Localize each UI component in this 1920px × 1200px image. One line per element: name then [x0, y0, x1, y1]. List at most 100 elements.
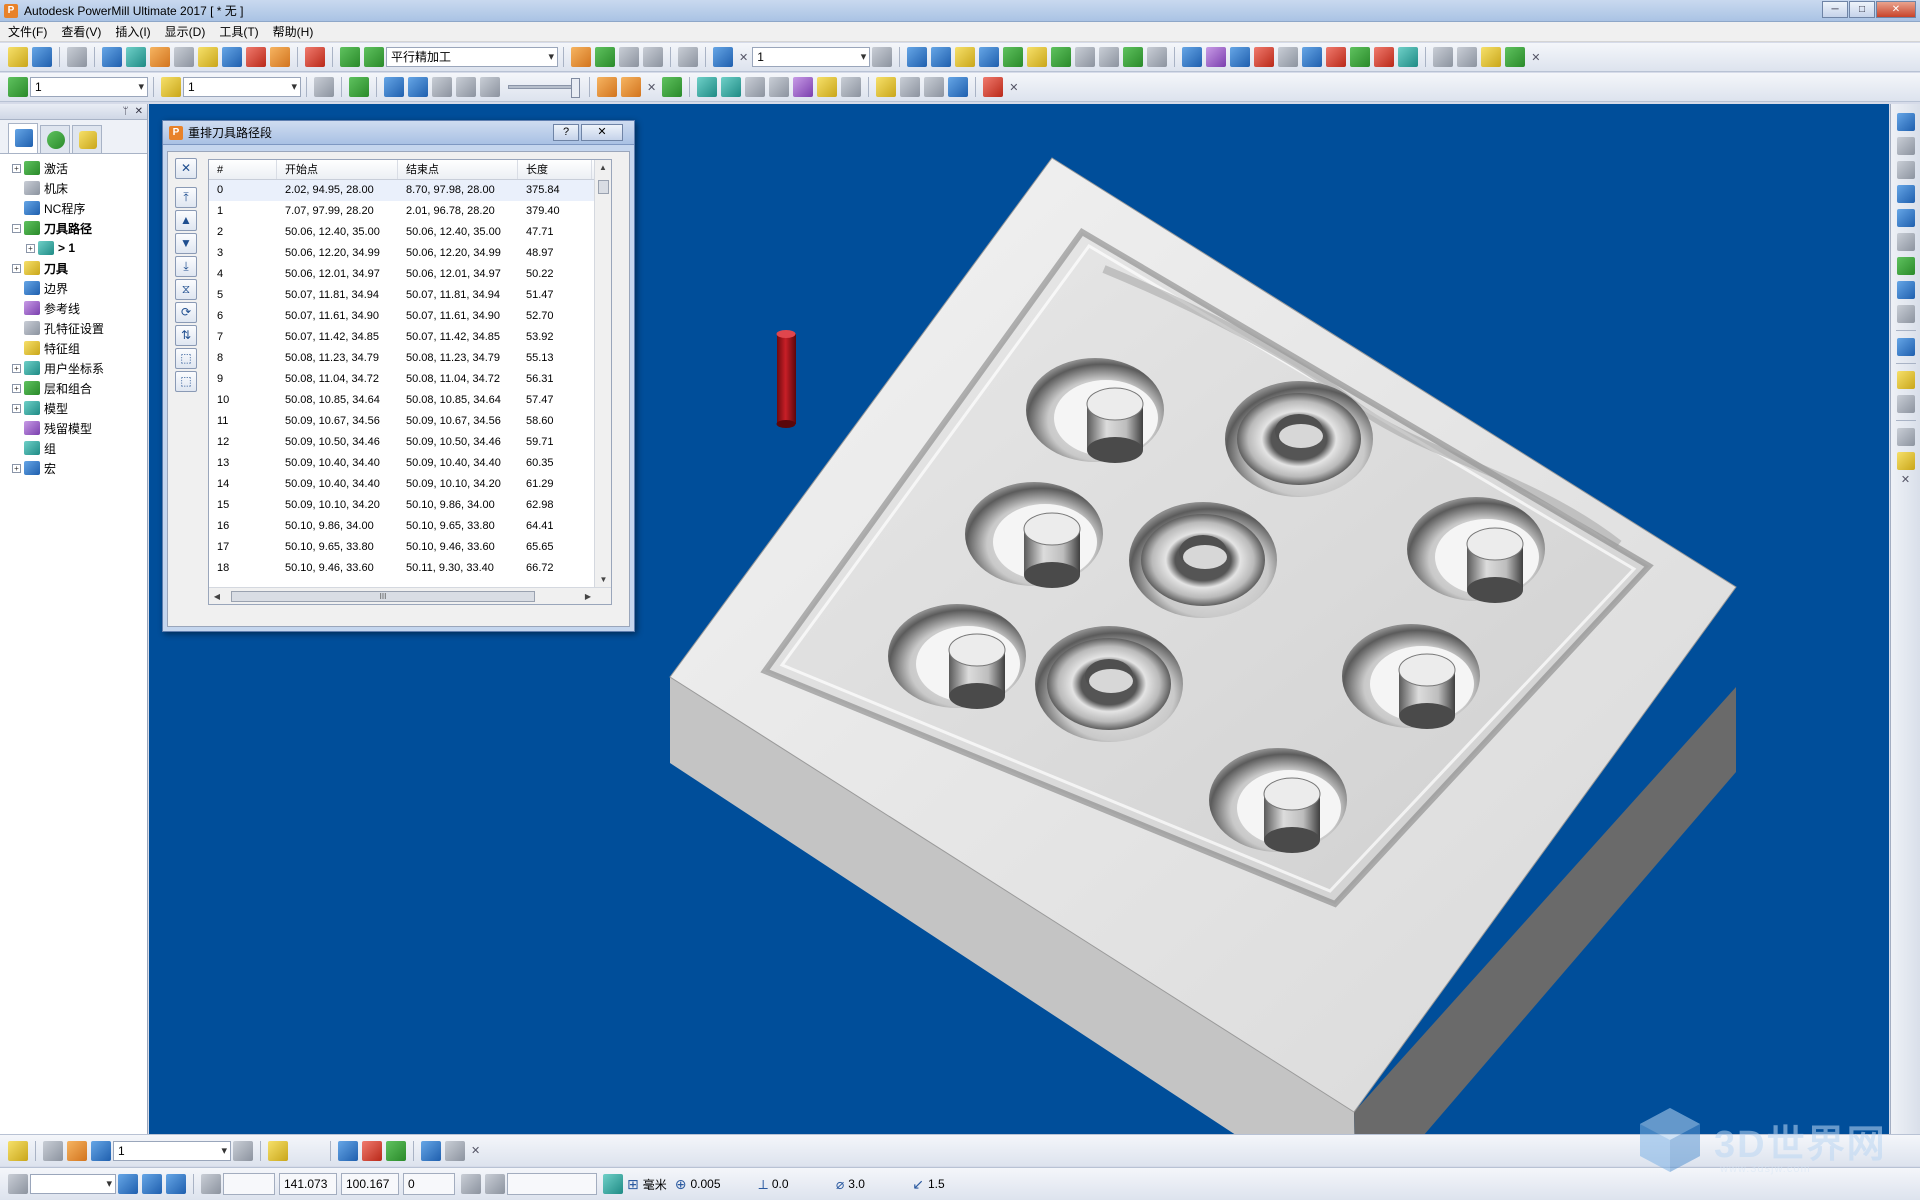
explorer-close-icon[interactable]: ✕ [135, 106, 143, 117]
stock-save-icon[interactable] [948, 77, 969, 97]
scroll-left-icon[interactable]: ◀ [209, 588, 225, 604]
toolpath-reorder-icon[interactable] [595, 47, 615, 67]
snap-icon[interactable] [1505, 47, 1526, 67]
column-header-start[interactable]: 开始点 [277, 160, 398, 179]
play-icon[interactable] [432, 77, 452, 97]
view-right-icon[interactable] [979, 47, 1000, 67]
tree-item[interactable]: 边界 [0, 278, 147, 298]
expand-toggle-icon[interactable]: + [12, 463, 21, 473]
simulation-clear-icon[interactable] [597, 77, 617, 97]
workplane-create-icon[interactable] [338, 1140, 358, 1161]
probe-icon[interactable] [268, 1140, 288, 1161]
workplane-transform-icon[interactable] [386, 1140, 406, 1161]
merge-segment-icon[interactable]: ⬚ [175, 371, 197, 392]
draft-shade-icon[interactable] [1182, 47, 1203, 67]
view-from-right-icon[interactable] [1896, 185, 1915, 203]
vertical-scrollbar[interactable]: ▲ ▼ [594, 160, 611, 588]
workplane-align-icon[interactable] [362, 1140, 382, 1161]
stock-reset-icon[interactable] [841, 77, 862, 97]
close-button[interactable]: ✕ [1876, 1, 1916, 18]
model-display-icon[interactable] [1398, 47, 1419, 67]
tool-combo[interactable]: 1 [752, 47, 871, 67]
table-row[interactable]: 4 50.06, 12.01, 34.97 50.06, 12.01, 34.97 5… [209, 264, 611, 285]
direction-stock-icon[interactable] [793, 77, 814, 97]
tab-recycle[interactable] [72, 125, 102, 153]
toolpath-list-icon[interactable] [643, 47, 663, 67]
magnet-tool-icon[interactable] [8, 1140, 28, 1161]
light-bulb-icon[interactable] [314, 77, 334, 97]
tool-combo-2[interactable]: 1 [183, 77, 301, 97]
toolbar-close-icon[interactable]: ✕ [647, 81, 656, 94]
toolbar-close-icon[interactable]: ✕ [1531, 51, 1540, 64]
tree-item[interactable]: + 刀具 [0, 258, 147, 278]
tab-web[interactable] [40, 125, 70, 153]
go-to-end-icon[interactable] [480, 77, 500, 97]
select-drag-icon[interactable] [1896, 452, 1915, 470]
horizontal-scroll-thumb[interactable]: III [231, 591, 535, 602]
swap-direction-icon[interactable]: ⇅ [175, 325, 197, 346]
split-segment-icon[interactable]: ⬚ [175, 348, 197, 369]
move-to-top-icon[interactable]: ⤒ [175, 187, 197, 208]
table-row[interactable]: 0 2.02, 94.95, 28.00 8.70, 97.98, 28.00 375… [209, 180, 611, 201]
select-cursor-icon[interactable] [1896, 428, 1915, 446]
tree-item[interactable]: 孔特征设置 [0, 318, 147, 338]
stock-display-icon[interactable] [1374, 47, 1395, 67]
table-row[interactable]: 2 50.06, 12.40, 35.00 50.06, 12.40, 35.00 4… [209, 222, 611, 243]
no-shade-icon[interactable] [769, 77, 790, 97]
table-row[interactable]: 14 50.09, 10.40, 34.40 50.09, 10.10, 34.20… [209, 474, 611, 495]
tree-item[interactable]: 参考线 [0, 298, 147, 318]
dialog-help-button[interactable]: ? [553, 124, 579, 141]
toolbar-close-icon[interactable]: ✕ [471, 1144, 480, 1157]
toolbar-close-icon[interactable]: ✕ [739, 51, 748, 64]
expand-toggle-icon[interactable]: + [12, 403, 21, 413]
table-row[interactable]: 7 50.07, 11.42, 34.85 50.07, 11.42, 34.85 5… [209, 327, 611, 348]
stock-snapshot-icon[interactable] [876, 77, 897, 97]
scroll-down-icon[interactable]: ▼ [595, 572, 611, 588]
material-sphere-icon[interactable] [1896, 371, 1915, 389]
calculator-icon[interactable] [461, 1174, 481, 1194]
tree-item[interactable]: 组 [0, 438, 147, 458]
transform-icon[interactable] [678, 47, 698, 67]
expand-toggle-icon[interactable]: + [12, 363, 21, 373]
maximize-button[interactable]: □ [1849, 1, 1875, 18]
distance-icon[interactable] [485, 1174, 505, 1194]
view-top-icon[interactable] [931, 47, 952, 67]
tree-item[interactable]: + 模型 [0, 398, 147, 418]
pattern-grid-icon[interactable] [43, 1140, 63, 1161]
block-icon[interactable] [102, 47, 122, 67]
view-iso-icon[interactable] [907, 47, 928, 67]
magnet-icon[interactable] [1481, 47, 1502, 67]
menu-insert[interactable]: 插入(I) [111, 23, 160, 40]
expand-toggle-icon[interactable]: + [26, 243, 35, 253]
stock-model-icon[interactable] [233, 1140, 253, 1161]
view-front-icon[interactable] [955, 47, 976, 67]
tool-display-icon[interactable] [1457, 47, 1478, 67]
tree-item[interactable]: 特征组 [0, 338, 147, 358]
tree-item[interactable]: + 层和组合 [0, 378, 147, 398]
shaded-stock-icon[interactable] [697, 77, 718, 97]
leads-links-icon[interactable] [198, 47, 218, 67]
menu-tools[interactable]: 工具(T) [215, 23, 268, 40]
pin-icon[interactable]: ᛘ [123, 106, 129, 117]
grid-icon[interactable] [201, 1174, 221, 1194]
move-down-icon[interactable]: ▼ [175, 233, 197, 254]
table-row[interactable]: 18 50.10, 9.46, 33.60 50.11, 9.30, 33.40 66… [209, 558, 611, 579]
tree-item[interactable]: NC程序 [0, 198, 147, 218]
table-row[interactable]: 16 50.10, 9.86, 34.00 50.10, 9.65, 33.80 64… [209, 516, 611, 537]
expand-toggle-icon[interactable]: − [12, 223, 21, 233]
toolpath-combo[interactable]: 1 [30, 77, 148, 97]
toolpath-color-icon[interactable] [1350, 47, 1371, 67]
tree-item[interactable]: − 刀具路径 [0, 218, 147, 238]
view-from-top-icon[interactable] [1896, 113, 1915, 131]
view-from-bottom-icon[interactable] [1896, 137, 1915, 155]
dialog-close-button[interactable]: ✕ [581, 124, 623, 141]
expand-toggle-icon[interactable]: + [12, 163, 21, 173]
zoom-in-icon[interactable] [1896, 233, 1915, 251]
edit-pencil-icon[interactable] [421, 1140, 441, 1161]
edit-cross-icon[interactable] [445, 1140, 465, 1161]
table-row[interactable]: 6 50.07, 11.61, 34.90 50.07, 11.61, 34.90 5… [209, 306, 611, 327]
wire-sphere-icon[interactable] [1896, 395, 1915, 413]
table-row[interactable]: 5 50.07, 11.81, 34.94 50.07, 11.81, 34.94 5… [209, 285, 611, 306]
tool-holder-icon[interactable] [872, 47, 893, 67]
snap-status-icon[interactable] [142, 1174, 162, 1194]
